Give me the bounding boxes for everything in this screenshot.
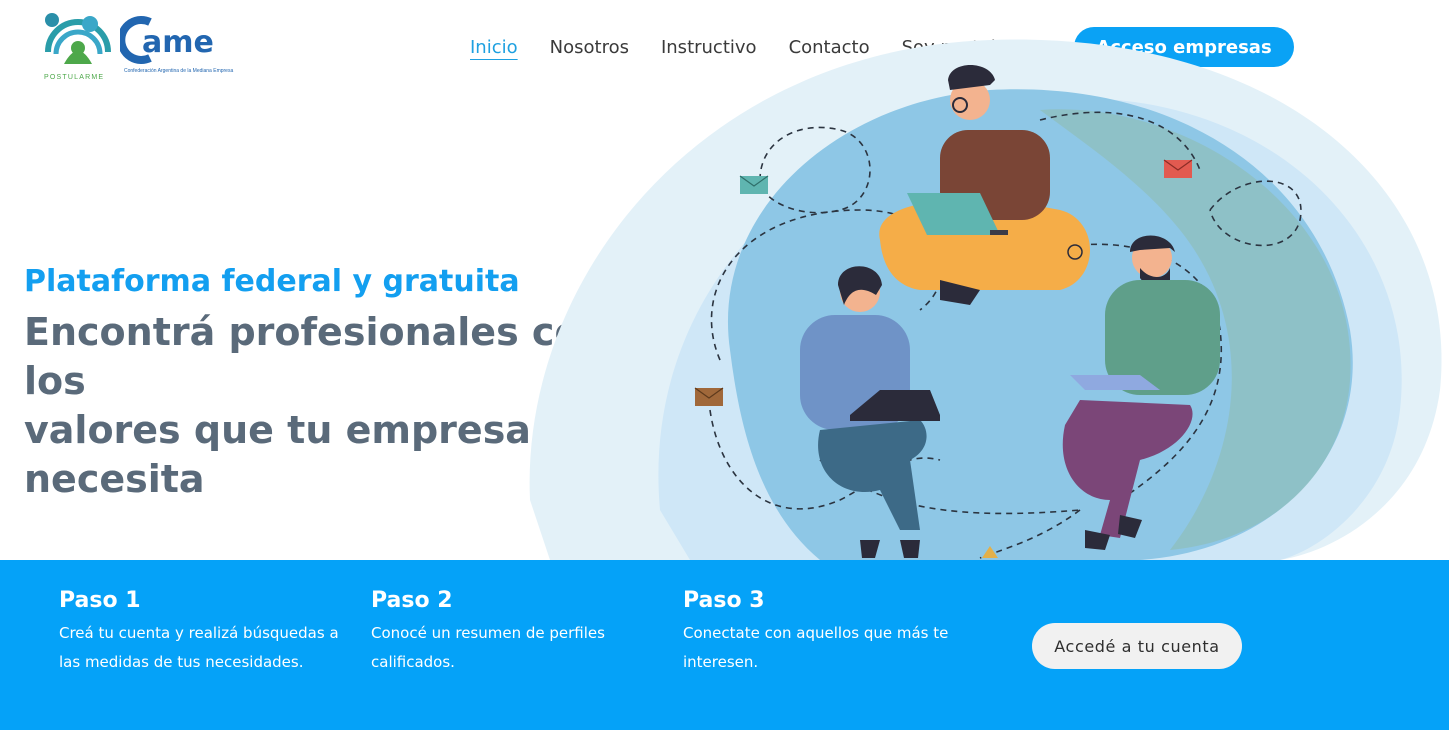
hero-eyebrow: Plataforma federal y gratuita xyxy=(24,264,520,299)
step-3-line-1: Conectate con aquellos que más te xyxy=(683,624,949,642)
step-1-title: Paso 1 xyxy=(59,588,141,613)
came-wordmark: ame xyxy=(142,25,214,60)
step-1-line-1: Creá tu cuenta y realizá búsquedas a xyxy=(59,624,339,642)
mail-icon xyxy=(739,175,769,194)
hero-illustration xyxy=(529,39,1442,560)
step-3-line-2: interesen. xyxy=(683,653,759,671)
nav-inicio[interactable]: Inicio xyxy=(470,37,518,58)
steps-band: Paso 1 Creá tu cuenta y realizá búsqueda… xyxy=(0,560,1449,730)
came-wordmark-icon: ame xyxy=(117,16,214,64)
postularme-caption: POSTULARME xyxy=(44,74,105,81)
came-subtitle: Confederación Argentina de la Mediana Em… xyxy=(124,68,234,74)
step-3: Paso 3 Conectate con aquellos que más te… xyxy=(683,588,948,677)
step-2: Paso 2 Conocé un resumen de perfiles cal… xyxy=(371,588,605,677)
step-1-line-2: las medidas de tus necesidades. xyxy=(59,653,304,671)
step-2-line-1: Conocé un resumen de perfiles xyxy=(371,624,605,642)
mail-icon xyxy=(1163,159,1193,178)
access-account-button[interactable]: Accedé a tu cuenta xyxy=(1032,623,1242,669)
step-3-description: Conectate con aquellos que más te intere… xyxy=(683,619,948,677)
step-3-title: Paso 3 xyxy=(683,588,765,613)
step-2-line-2: calificados. xyxy=(371,653,455,671)
step-1-description: Creá tu cuenta y realizá búsquedas a las… xyxy=(59,619,339,677)
step-1: Paso 1 Creá tu cuenta y realizá búsqueda… xyxy=(59,588,339,677)
mail-icon xyxy=(694,387,724,406)
step-2-description: Conocé un resumen de perfiles calificado… xyxy=(371,619,605,677)
postularme-logo[interactable]: POSTULARME xyxy=(40,10,116,86)
step-2-title: Paso 2 xyxy=(371,588,453,613)
came-logo[interactable]: ame Confederación Argentina de la Median… xyxy=(117,14,266,78)
postularme-emblem-icon xyxy=(45,13,111,64)
